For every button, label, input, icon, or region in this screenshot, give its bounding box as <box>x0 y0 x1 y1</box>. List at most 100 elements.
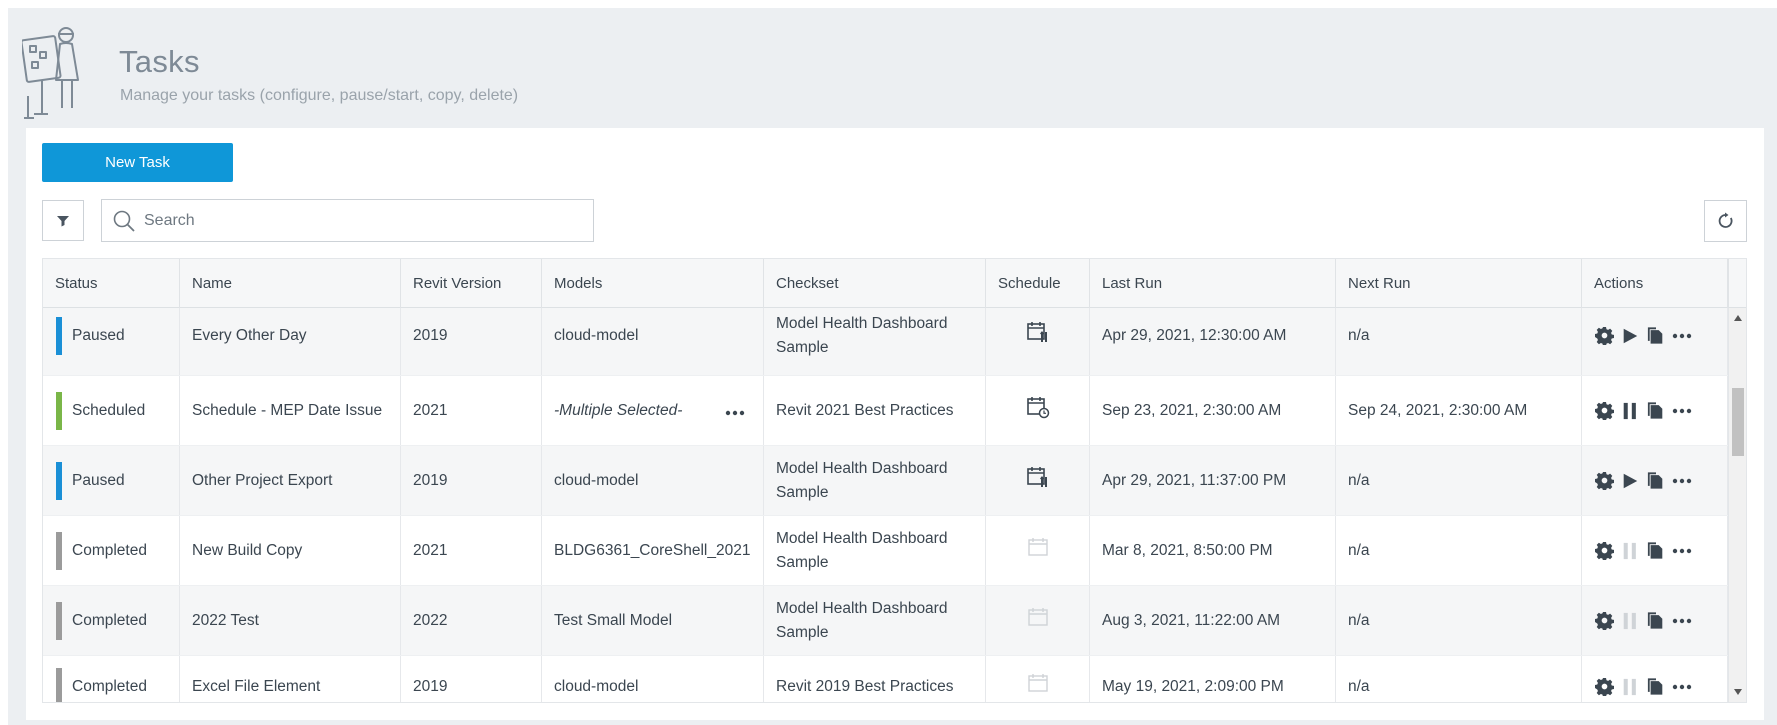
revit-version-cell: 2022 <box>401 586 542 655</box>
more-actions-icon[interactable] <box>1672 470 1692 492</box>
checkset-cell: Revit 2019 Best Practices <box>764 656 986 702</box>
name-cell[interactable]: New Build Copy <box>180 516 401 585</box>
next-run-cell: n/a <box>1336 656 1582 702</box>
schedule-cell[interactable] <box>986 516 1090 585</box>
column-header-models[interactable]: Models <box>542 259 764 308</box>
table-row[interactable]: Completed 2022 Test 2022 Test Small Model Mo… <box>43 586 1728 656</box>
start-icon[interactable] <box>1620 325 1640 347</box>
calendar-empty-icon[interactable] <box>1026 605 1050 636</box>
start-icon[interactable] <box>1620 470 1640 492</box>
schedule-cell[interactable] <box>986 308 1090 375</box>
actions-cell <box>1582 656 1728 702</box>
table-row[interactable]: Paused Other Project Export 2019 cloud-mode… <box>43 446 1728 516</box>
copy-icon[interactable] <box>1646 610 1666 632</box>
copy-icon[interactable] <box>1646 540 1666 562</box>
last-run-cell: Apr 29, 2021, 11:37:00 PM <box>1090 446 1336 515</box>
configure-gear-icon[interactable] <box>1594 470 1614 492</box>
calendar-recurring-icon[interactable] <box>1026 320 1050 351</box>
table-row[interactable]: Completed Excel File Element 2019 cloud-mod… <box>43 656 1728 702</box>
checkset-cell: Model Health Dashboard Sample <box>764 586 986 655</box>
page-title: Tasks <box>119 44 200 79</box>
schedule-cell[interactable] <box>986 586 1090 655</box>
table-row[interactable]: Paused Every Other Day 2019 cloud-model Mode… <box>43 308 1728 376</box>
calendar-clock-icon[interactable] <box>1026 395 1050 426</box>
calendar-empty-icon[interactable] <box>1026 535 1050 566</box>
schedule-cell[interactable] <box>986 446 1090 515</box>
table-row[interactable]: Completed New Build Copy 2021 BLDG6361_Core… <box>43 516 1728 586</box>
configure-gear-icon[interactable] <box>1594 540 1614 562</box>
search-icon <box>113 210 135 232</box>
copy-icon[interactable] <box>1646 676 1666 698</box>
tasks-table: Status Name Revit Version Models Checkse… <box>42 258 1747 703</box>
name-cell[interactable]: Excel File Element <box>180 656 401 702</box>
refresh-button[interactable] <box>1704 200 1747 242</box>
revit-version-cell: 2019 <box>401 308 542 375</box>
status-label: Completed <box>72 611 147 629</box>
models-cell: Test Small Model <box>542 586 764 655</box>
actions-cell <box>1582 586 1728 655</box>
checkset-cell: Model Health Dashboard Sample <box>764 308 986 375</box>
column-header-name[interactable]: Name <box>180 259 401 308</box>
status-cell: Scheduled <box>43 376 180 445</box>
copy-icon[interactable] <box>1646 400 1666 422</box>
name-cell[interactable]: Schedule - MEP Date Issue <box>180 376 401 445</box>
next-run-cell: Sep 24, 2021, 2:30:00 AM <box>1336 376 1582 445</box>
name-cell[interactable]: Every Other Day <box>180 308 401 375</box>
filter-button[interactable] <box>42 200 84 241</box>
copy-icon[interactable] <box>1646 470 1666 492</box>
more-actions-icon[interactable] <box>1672 400 1692 422</box>
vertical-scrollbar[interactable] <box>1728 308 1746 702</box>
last-run-cell: May 19, 2021, 2:09:00 PM <box>1090 656 1336 702</box>
column-header-schedule[interactable]: Schedule <box>986 259 1090 308</box>
search-input[interactable] <box>144 211 564 230</box>
more-models-icon[interactable] <box>725 397 755 424</box>
table-header: Status Name Revit Version Models Checkse… <box>43 259 1728 308</box>
pause-icon <box>1620 540 1640 562</box>
scroll-thumb[interactable] <box>1732 388 1744 456</box>
name-cell[interactable]: 2022 Test <box>180 586 401 655</box>
revit-version-cell: 2019 <box>401 446 542 515</box>
revit-version-cell: 2021 <box>401 516 542 585</box>
checkset-cell: Revit 2021 Best Practices <box>764 376 986 445</box>
column-header-status[interactable]: Status <box>43 259 180 308</box>
configure-gear-icon[interactable] <box>1594 610 1614 632</box>
pause-icon[interactable] <box>1620 400 1640 422</box>
more-actions-icon[interactable] <box>1672 325 1692 347</box>
column-header-last-run[interactable]: Last Run <box>1090 259 1336 308</box>
models-cell: BLDG6361_CoreShell_2021 <box>542 516 764 585</box>
column-header-checkset[interactable]: Checkset <box>764 259 986 308</box>
copy-icon[interactable] <box>1646 325 1666 347</box>
more-actions-icon[interactable] <box>1672 540 1692 562</box>
column-header-actions: Actions <box>1582 259 1728 308</box>
column-header-next-run[interactable]: Next Run <box>1336 259 1582 308</box>
actions-cell <box>1582 308 1728 375</box>
models-cell: cloud-model <box>542 308 764 375</box>
models-cell: cloud-model <box>542 656 764 702</box>
table-body: Paused Every Other Day 2019 cloud-model Mode… <box>43 308 1728 702</box>
configure-gear-icon[interactable] <box>1594 400 1614 422</box>
schedule-cell[interactable] <box>986 656 1090 702</box>
name-cell[interactable]: Other Project Export <box>180 446 401 515</box>
last-run-cell: Apr 29, 2021, 12:30:00 AM <box>1090 308 1336 375</box>
configure-gear-icon[interactable] <box>1594 676 1614 698</box>
table-row[interactable]: Scheduled Schedule - MEP Date Issue 2021 -M… <box>43 376 1728 446</box>
pause-icon <box>1620 610 1640 632</box>
schedule-cell[interactable] <box>986 376 1090 445</box>
search-field[interactable] <box>101 199 594 242</box>
models-multiple-label: -Multiple Selected- <box>554 401 683 419</box>
column-header-revit-version[interactable]: Revit Version <box>401 259 542 308</box>
status-cell: Completed <box>43 586 180 655</box>
new-task-button[interactable]: New Task <box>42 143 233 182</box>
scroll-down-arrow-icon[interactable] <box>1734 689 1742 695</box>
filter-funnel-icon <box>57 215 69 226</box>
more-actions-icon[interactable] <box>1672 610 1692 632</box>
status-indicator <box>56 531 62 570</box>
more-actions-icon[interactable] <box>1672 676 1692 698</box>
scroll-up-arrow-icon[interactable] <box>1734 315 1742 321</box>
status-cell: Completed <box>43 656 180 702</box>
actions-cell <box>1582 376 1728 445</box>
configure-gear-icon[interactable] <box>1594 325 1614 347</box>
calendar-empty-icon[interactable] <box>1026 671 1050 702</box>
refresh-icon <box>1718 212 1732 228</box>
calendar-recurring-icon[interactable] <box>1026 465 1050 496</box>
